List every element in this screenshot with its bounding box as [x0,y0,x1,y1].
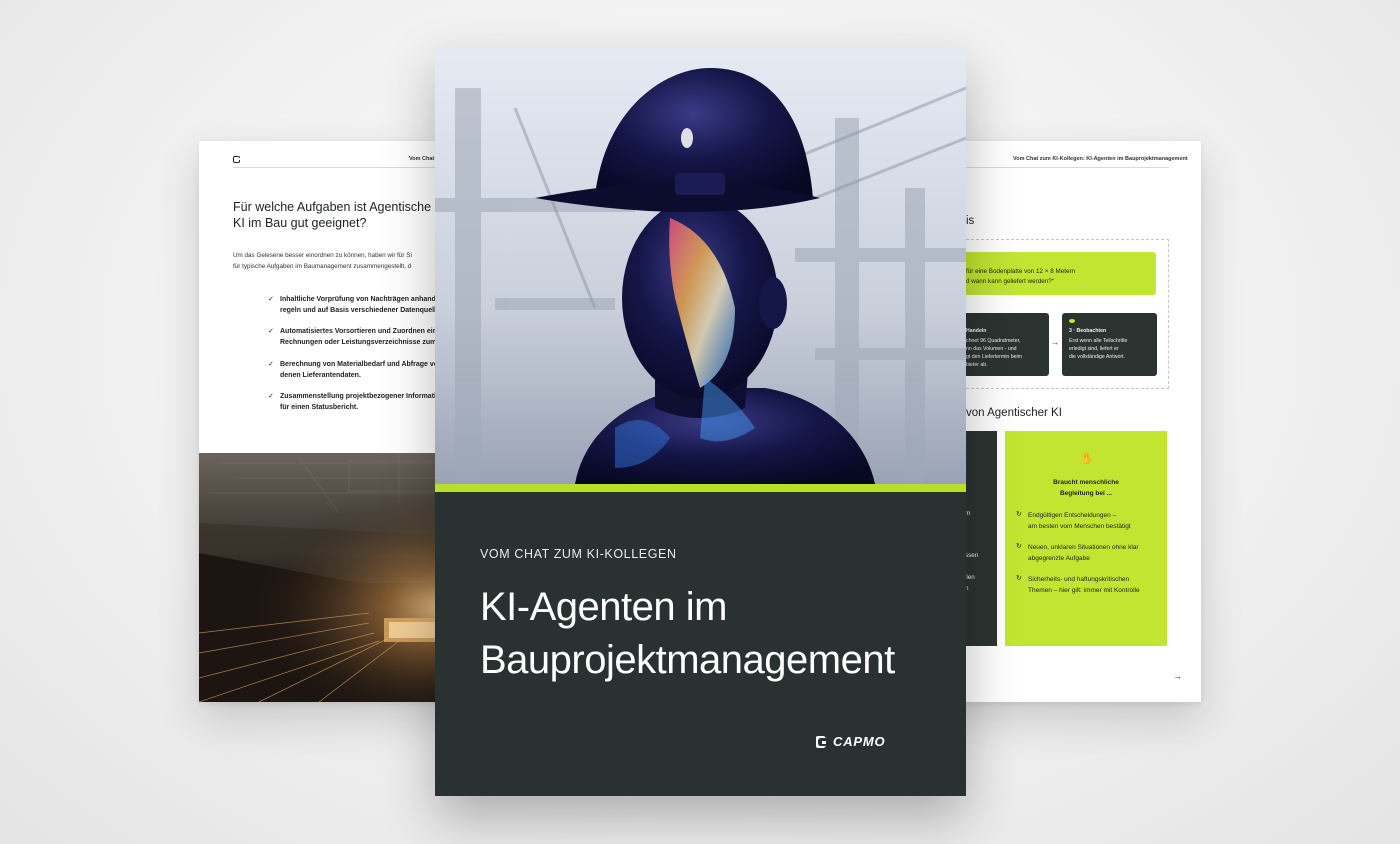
capmo-mini-logo-icon [233,156,241,163]
check-icon: ✓ [268,393,274,400]
step2-title: Handeln [966,328,987,334]
refresh-icon: ↻ [1016,575,1022,582]
step3-title: 3 · Beobachten [1069,328,1107,334]
refresh-icon: ↻ [1016,511,1022,518]
accent-bar [435,484,966,492]
robot-hardhat-photo [435,48,966,484]
list-item: ✓ Automatisiertes Vorsortieren und Zuordn… [268,328,442,335]
prompt-line2: d wann kann geliefert werden?“ [966,278,1054,285]
arrow-right-icon: → [1051,338,1059,347]
card-title-1: Braucht menschliche [1053,479,1119,486]
prompt-line1: für eine Bodenplatte von 12 × 8 Metern [966,268,1076,275]
fragment: llen [965,574,975,581]
fragment: ssen [965,552,979,559]
card-item: Themen – hier gilt: immer mit Kontrolle [1028,587,1140,594]
list-item-cont: für einen Statusbericht. [280,404,359,411]
cover-title: KI-Agenten im Bauprojektmanagement [480,581,895,687]
card-item: abgegrenzte Aufgabe [1028,555,1090,562]
cover-title-line2: Bauprojektmanagement [480,638,895,682]
intro-line1: Um das Gelesene besser einordnen zu könn… [233,252,412,259]
header-rule [951,167,1169,168]
hand-icon: ✋ [1080,453,1094,465]
page-heading-line2: KI im Bau gut geeignet? [233,216,367,230]
step2-line: bieter ab. [966,362,988,368]
check-icon: ✓ [268,328,274,335]
check-icon: ✓ [268,361,274,368]
capmo-logo: CAPMO [816,734,886,749]
list-item: ✓ Zusammenstellung projektbezogener Infor… [268,393,441,400]
step-card-beobachten: 3 · Beobachten Erst wenn alle Teilschrit… [1062,313,1157,376]
cover-title-line1: KI-Agenten im [480,585,727,629]
human-support-card: ✋ Braucht menschliche Begleitung bei ...… [1005,431,1167,646]
list-item: ✓ Inhaltliche Vorprüfung von Nachträgen a… [268,296,436,303]
capmo-logo-icon [816,736,826,748]
card-item: Endgültigen Entscheidungen – [1028,512,1117,519]
card-item: Neuen, unklaren Situationen ohne klar [1028,544,1139,551]
prompt-bubble: für eine Bodenplatte von 12 × 8 Metern d… [942,252,1156,295]
check-icon: ✓ [268,296,274,303]
list-item-cont: regeln und auf Basis verschiedener Daten… [280,307,440,314]
card-item: am besten vom Menschen bestätigt [1028,523,1131,530]
card-item: Sicherheits- und haftungskritischen [1028,576,1130,583]
list-item-cont: Rechnungen oder Leistungsverzeichnisse z… [280,339,443,346]
capmo-wordmark: CAPMO [833,734,886,749]
running-header: Vom Chat zum KI-Kollegen: KI-Agenten im … [1013,156,1188,162]
list-item-cont: denen Lieferantendaten. [280,372,361,379]
eye-icon [1069,319,1075,323]
section-heading-2: von Agentischer KI [966,407,1062,419]
step3-line: die vollständige Antwort. [1069,354,1125,360]
brochure-cover: VOM CHAT ZUM KI-KOLLEGEN KI-Agenten im B… [435,48,966,796]
section-heading-1: is [966,215,975,227]
page-heading-line1: Für welche Aufgaben ist Agentische [233,200,432,214]
refresh-icon: ↻ [1016,543,1022,550]
list-item: ✓ Berechnung von Materialbedarf und Abfra… [268,361,439,368]
cover-eyebrow: VOM CHAT ZUM KI-KOLLEGEN [480,547,677,561]
intro-line2: für typische Aufgaben im Baumanagement z… [233,263,412,270]
card-title-2: Begleitung bei ... [1059,490,1112,497]
next-page-arrow-icon: → [1173,671,1182,681]
